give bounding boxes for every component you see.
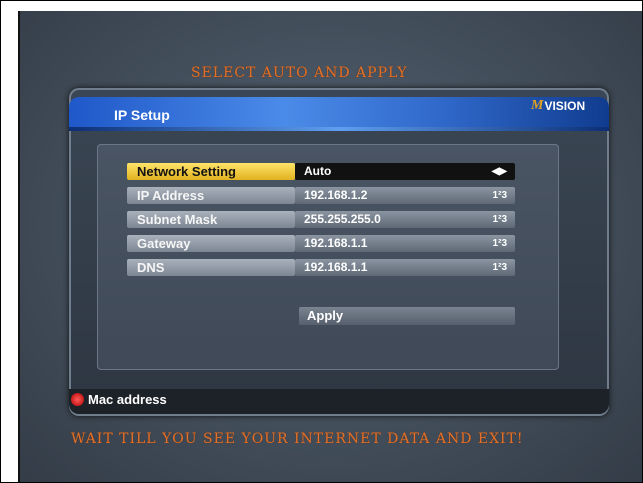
setting-label: Gateway [127,235,295,252]
instruction-bottom: WAIT TILL YOU SEE YOUR INTERNET DATA AND… [71,431,524,447]
setting-row-gateway[interactable]: Gateway 192.168.1.1 1²3 [127,235,515,252]
brand-logo: M VISION [531,98,585,114]
dns-field[interactable]: 192.168.1.1 1²3 [295,259,515,276]
screenshot-frame: SELECT AUTO AND APPLY IP Setup M VISION … [0,0,643,483]
setting-row-dns[interactable]: DNS 192.168.1.1 1²3 [127,259,515,276]
numeric-input-icon: 1²3 [492,262,507,273]
ip-address-field[interactable]: 192.168.1.2 1²3 [295,187,515,204]
setting-row-ip-address[interactable]: IP Address 192.168.1.2 1²3 [127,187,515,204]
left-border [1,1,20,482]
setting-label: Subnet Mask [127,211,295,228]
numeric-input-icon: 1²3 [492,238,507,249]
red-button-icon [71,393,84,406]
left-right-arrows-icon[interactable]: ◀▶ [492,163,507,180]
numeric-input-icon: 1²3 [492,190,507,201]
mac-address-hint[interactable]: Mac address [71,392,167,407]
setting-label: DNS [127,259,295,276]
subnet-mask-field[interactable]: 255.255.255.0 1²3 [295,211,515,228]
setting-value-network[interactable]: Auto ◀▶ [295,163,515,180]
apply-button[interactable]: Apply [299,307,515,325]
mac-address-label: Mac address [88,392,167,407]
setting-label: Network Setting [127,163,295,180]
setting-label: IP Address [127,187,295,204]
instruction-top: SELECT AUTO AND APPLY [191,65,408,81]
gateway-field[interactable]: 192.168.1.1 1²3 [295,235,515,252]
brand-mark: M [531,98,544,113]
numeric-input-icon: 1²3 [492,214,507,225]
setting-row-network[interactable]: Network Setting Auto ◀▶ [127,163,515,180]
setting-row-subnet-mask[interactable]: Subnet Mask 255.255.255.0 1²3 [127,211,515,228]
page-title: IP Setup [114,107,170,123]
brand-name: VISION [544,99,586,113]
